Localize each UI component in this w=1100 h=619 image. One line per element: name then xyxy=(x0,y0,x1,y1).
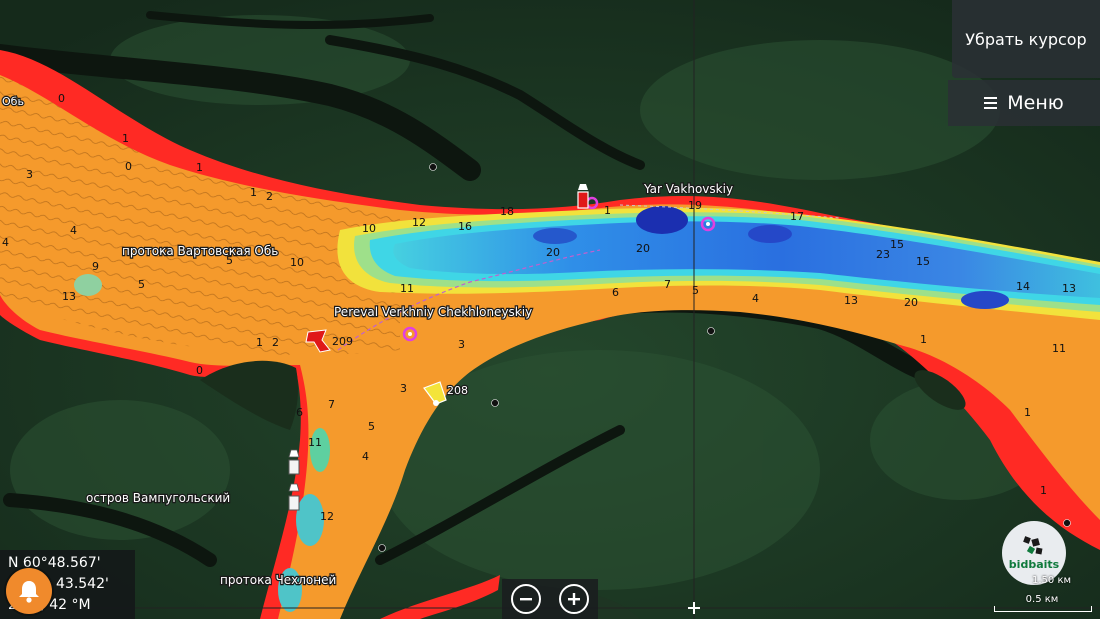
depth-label: 4 xyxy=(362,450,369,463)
depth-label: 1 xyxy=(1024,406,1031,419)
label-vampugolskiy: остров Вампугольский xyxy=(86,491,230,505)
minus-icon xyxy=(520,598,532,601)
buoy-208-label: 208 xyxy=(447,384,468,397)
menu-button[interactable]: Меню xyxy=(948,80,1100,126)
depth-label: 12 xyxy=(412,216,426,229)
depth-label: 1 xyxy=(604,204,611,217)
depth-label: 15 xyxy=(916,255,930,268)
depth-label: 3 xyxy=(26,168,33,181)
depth-label: 1 xyxy=(256,336,263,349)
zoom-out-button[interactable] xyxy=(511,584,541,614)
bell-icon xyxy=(19,581,39,603)
depth-label: 4 xyxy=(2,236,9,249)
hamburger-icon xyxy=(984,94,998,112)
depth-label: 5 xyxy=(138,278,145,291)
depth-label: 5 xyxy=(692,284,699,297)
range-scale-text: 1.50 км xyxy=(1032,575,1072,586)
buoy-209-label: 209 xyxy=(332,335,353,348)
label-yar: Yar Vakhovskiy xyxy=(643,182,733,196)
depth-label: 9 xyxy=(92,260,99,273)
chart-view[interactable]: 0 3 4 0 1 1 2 4 5 9 5 10 12 16 10 20 20 18 19 17 15 23 15 20 13 1… xyxy=(0,0,1100,619)
depth-label: 11 xyxy=(1052,342,1066,355)
depth-label: 20 xyxy=(636,242,650,255)
nav-light-icon[interactable] xyxy=(288,483,300,511)
depth-label: 1 xyxy=(920,333,927,346)
label-pereval: Pereval Verkhniy Chekhloneyskiy xyxy=(334,305,532,319)
depth-label: 16 xyxy=(458,220,472,233)
depth-label: 14 xyxy=(1016,280,1030,293)
depth-label: 1 xyxy=(196,161,203,174)
depth-label: 19 xyxy=(688,199,702,212)
zoom-controls xyxy=(502,579,598,619)
logo-mark-icon xyxy=(1023,536,1043,555)
label-ob: Обь xyxy=(2,95,24,108)
depth-label: 4 xyxy=(752,292,759,305)
depth-label: 1 xyxy=(1040,484,1047,497)
label-vartovskaya: протока Вартовская Обь xyxy=(122,244,278,258)
depth-label: 11 xyxy=(308,436,322,449)
scale-bar xyxy=(994,606,1092,612)
depth-label: 7 xyxy=(664,278,671,291)
depth-label: 20 xyxy=(546,246,560,259)
depth-label: 0 xyxy=(196,364,203,377)
depth-label: 17 xyxy=(790,210,804,223)
nautical-chart-map[interactable]: 0340 11 245951012 161020 2018 191715231520131… xyxy=(0,0,1100,619)
logo-text: bidbaits xyxy=(1008,558,1060,571)
depth-label: 1 xyxy=(250,186,257,199)
depth-label: 13 xyxy=(844,294,858,307)
nav-light-icon[interactable] xyxy=(577,184,589,209)
depth-label: 13 xyxy=(62,290,76,303)
depth-label: 0 xyxy=(125,160,132,173)
depth-label: 0 xyxy=(58,92,65,105)
alarm-bell-button[interactable] xyxy=(6,568,52,614)
depth-label: 10 xyxy=(362,222,376,235)
depth-label: 23 xyxy=(876,248,890,261)
nav-light-icon[interactable] xyxy=(288,449,300,475)
depth-label: 2 xyxy=(266,190,273,203)
depth-label: 3 xyxy=(400,382,407,395)
label-chekhloney: протока Чехлоней xyxy=(220,573,336,587)
depth-label: 6 xyxy=(296,406,303,419)
depth-label: 1 xyxy=(122,132,129,145)
zoom-in-button[interactable] xyxy=(559,584,589,614)
plus-icon xyxy=(568,593,580,605)
depth-label: 6 xyxy=(612,286,619,299)
remove-cursor-label: Убрать курсор xyxy=(965,29,1087,49)
depth-label: 15 xyxy=(890,238,904,251)
depth-label: 13 xyxy=(1062,282,1076,295)
depth-label: 10 xyxy=(290,256,304,269)
depth-label: 3 xyxy=(458,338,465,351)
scale-label: 0.5 км xyxy=(1025,594,1059,605)
depth-label: 7 xyxy=(328,398,335,411)
remove-cursor-button[interactable]: Убрать курсор xyxy=(952,0,1100,78)
depth-label: 2 xyxy=(272,336,279,349)
depth-label: 18 xyxy=(500,205,514,218)
depth-label: 11 xyxy=(400,282,414,295)
menu-label: Меню xyxy=(1007,92,1064,114)
depth-label: 4 xyxy=(70,224,77,237)
depth-label: 20 xyxy=(904,296,918,309)
depth-label: 5 xyxy=(368,420,375,433)
depth-label: 12 xyxy=(320,510,334,523)
